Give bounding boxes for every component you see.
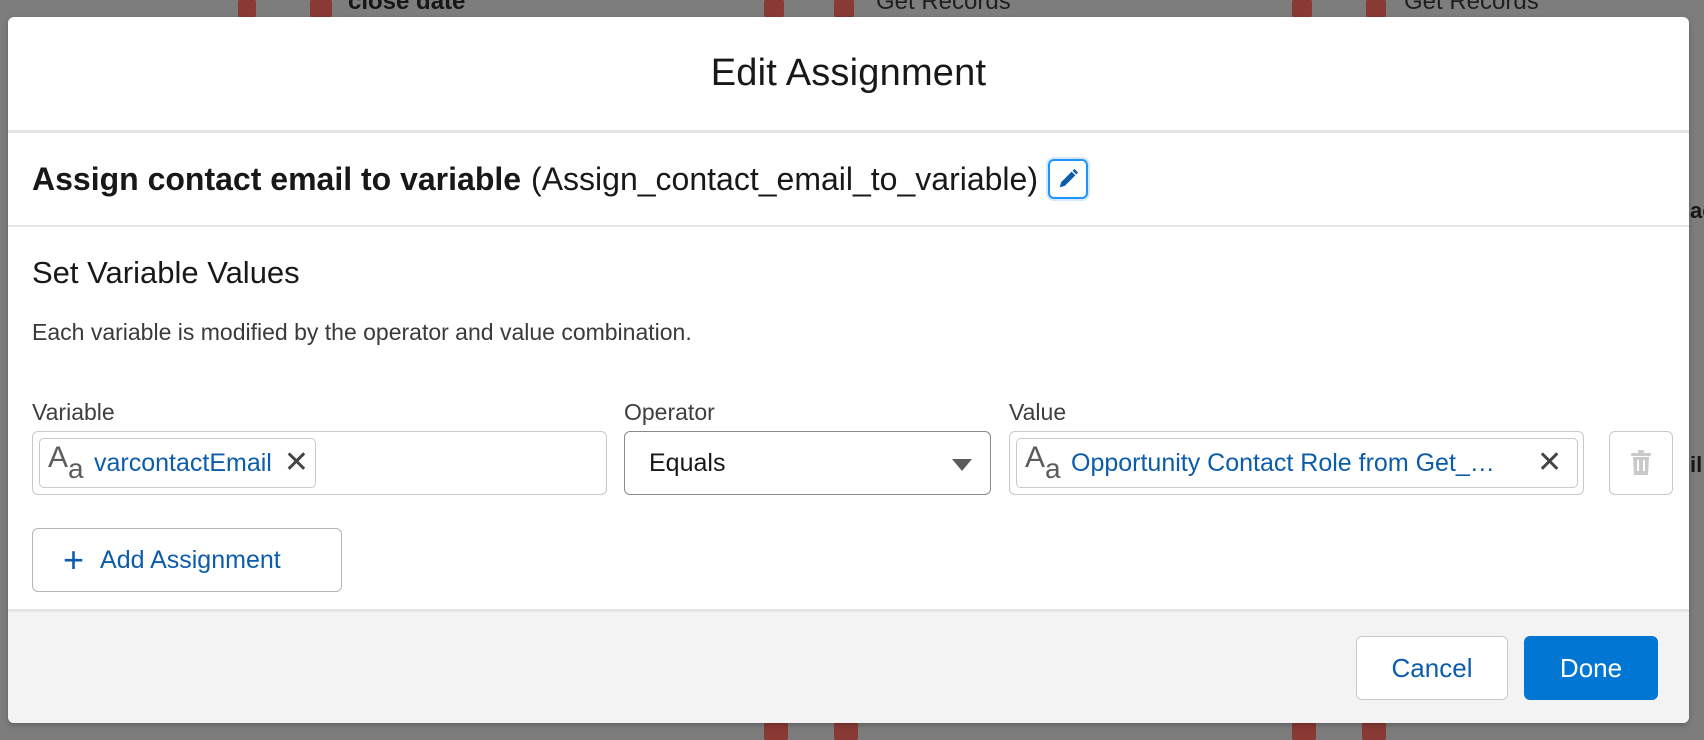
cancel-button[interactable]: Cancel	[1356, 636, 1508, 700]
done-button[interactable]: Done	[1524, 636, 1658, 700]
flow-node-label: Get Records	[876, 0, 1011, 15]
close-icon[interactable]: ✕	[1537, 448, 1562, 478]
add-assignment-label: Add Assignment	[100, 545, 281, 574]
edit-label-button[interactable]	[1047, 159, 1088, 199]
text-type-icon: A a	[1025, 441, 1061, 484]
pencil-icon	[1059, 168, 1079, 188]
flow-node-edge	[764, 723, 788, 740]
flow-node-edge	[1292, 0, 1312, 17]
operator-select[interactable]: Equals	[624, 431, 991, 495]
flow-node-edge	[834, 0, 854, 17]
add-assignment-button[interactable]: + Add Assignment	[32, 528, 342, 592]
operator-selected-value: Equals	[649, 448, 726, 477]
flow-node-label: Get Records	[1404, 0, 1539, 15]
value-label: Value	[1009, 399, 1067, 425]
flow-node-edge	[238, 0, 256, 17]
variable-label: Variable	[32, 399, 115, 425]
flow-node-edge	[310, 0, 332, 17]
edit-assignment-modal: Edit Assignment Assign contact email to …	[8, 17, 1689, 723]
element-api-name: (Assign_contact_email_to_variable)	[531, 160, 1038, 197]
flow-node-edge	[1366, 0, 1386, 17]
flow-node-edge	[764, 0, 784, 17]
text-type-icon: A a	[48, 441, 84, 484]
flow-node-edge	[834, 723, 858, 740]
variable-pill[interactable]: A a varcontactEmail ✕	[39, 438, 316, 488]
value-pill-label: Opportunity Contact Role from Get_…	[1071, 448, 1495, 477]
variable-pill-label: varcontactEmail	[94, 448, 272, 477]
element-name-bar: Assign contact email to variable (Assign…	[8, 133, 1689, 227]
operator-label: Operator	[624, 399, 715, 425]
modal-header: Edit Assignment	[8, 17, 1689, 133]
plus-icon: +	[63, 539, 85, 580]
flow-node-label: il	[1690, 452, 1703, 477]
flow-node-edge	[1292, 723, 1316, 740]
chevron-down-icon	[952, 459, 972, 471]
section-heading: Set Variable Values	[32, 255, 300, 290]
value-pill[interactable]: A a Opportunity Contact Role from Get_… …	[1016, 438, 1578, 488]
flow-node-edge	[1362, 723, 1386, 740]
modal-footer: Cancel Done	[8, 609, 1689, 723]
value-combobox[interactable]: A a Opportunity Contact Role from Get_… …	[1009, 431, 1584, 495]
variable-combobox[interactable]: A a varcontactEmail ✕	[32, 431, 607, 495]
element-label: Assign contact email to variable	[32, 160, 522, 197]
modal-title: Edit Assignment	[710, 52, 987, 94]
close-icon[interactable]: ✕	[284, 448, 309, 478]
section-description: Each variable is modified by the operato…	[32, 319, 692, 345]
delete-assignment-button[interactable]	[1609, 431, 1673, 495]
trash-icon	[1631, 450, 1651, 475]
flow-node-label: close date	[348, 0, 466, 15]
set-variable-values-section: Set Variable Values Each variable is mod…	[8, 227, 1689, 617]
flow-node-label: ac	[1690, 198, 1704, 223]
